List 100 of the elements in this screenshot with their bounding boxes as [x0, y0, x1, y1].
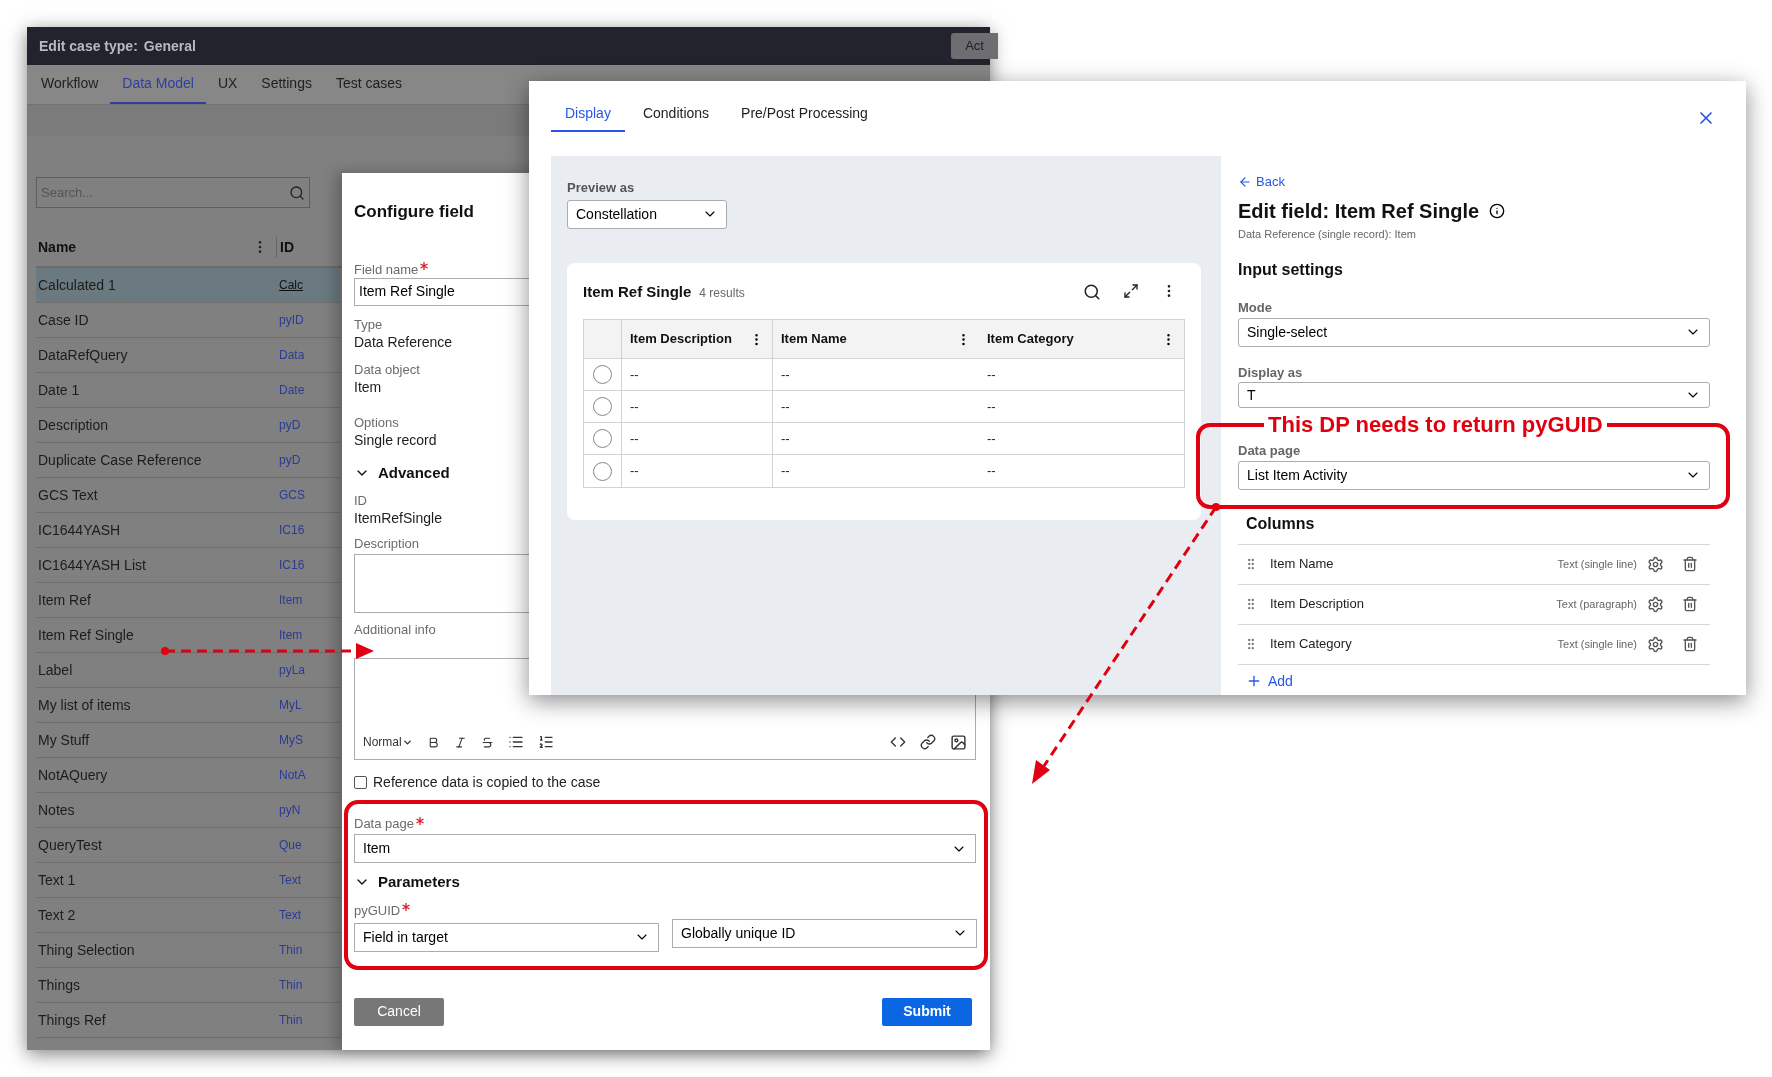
display-as-select[interactable]: T	[1238, 382, 1710, 408]
field-label: Additional info	[354, 621, 436, 638]
advanced-toggle[interactable]: Advanced	[354, 461, 450, 484]
field-id-link[interactable]: Data	[279, 346, 305, 364]
tab[interactable]: Settings	[249, 65, 324, 104]
plus-icon	[1246, 673, 1262, 689]
field-name: Things	[37, 975, 82, 995]
back-link[interactable]: Back	[1238, 172, 1710, 192]
table-row[interactable]: Label pyLa	[36, 653, 340, 688]
data-page-select[interactable]: Item	[354, 834, 976, 863]
field-id-link[interactable]: Text	[279, 871, 301, 889]
parameters-toggle[interactable]: Parameters	[354, 871, 460, 894]
table-row[interactable]: My Stuff MyS	[36, 723, 340, 758]
gear-icon[interactable]	[1647, 595, 1664, 613]
mode-select[interactable]: Single-select	[1238, 317, 1710, 347]
table-row[interactable]: Notes pyN	[36, 793, 340, 828]
field-label: pyGUID	[354, 901, 401, 919]
table-cell-text: --	[630, 365, 639, 384]
field-id-link[interactable]: Item	[279, 591, 303, 609]
gear-icon[interactable]	[1647, 635, 1664, 653]
table-row[interactable]: Item Ref Item	[36, 583, 340, 618]
table-cell-text: --	[781, 429, 790, 448]
table-row[interactable]: Text 1 Text	[36, 863, 340, 898]
table-row[interactable]: Things Ref Thin	[36, 1003, 340, 1038]
field-id-link[interactable]: Que	[279, 836, 302, 854]
source-select[interactable]: Field in target	[354, 922, 659, 952]
table-row[interactable]: DataRefQuery Data	[36, 338, 340, 373]
field-id-link[interactable]: Thin	[279, 941, 303, 959]
tab[interactable]: Workflow	[29, 65, 111, 104]
strikethrough-icon[interactable]	[480, 735, 494, 749]
table-cell-text: --	[987, 397, 996, 416]
table-row[interactable]: Thing Selection Thin	[36, 933, 340, 968]
trash-icon[interactable]	[1682, 596, 1698, 612]
field-id-link[interactable]: IC16	[279, 556, 305, 574]
field-id-link[interactable]: pyLa	[279, 661, 306, 679]
expand-icon[interactable]	[1123, 282, 1139, 299]
table-row[interactable]: NotAQuery NotA	[36, 758, 340, 793]
submit-button[interactable]: Submit	[882, 997, 972, 1026]
table-row[interactable]: Date 1 Date	[36, 373, 340, 408]
field-id-link[interactable]: pyN	[279, 801, 301, 819]
field-id-link[interactable]: Date	[279, 381, 305, 399]
field-name: Date 1	[37, 380, 81, 400]
field-label: Data page	[354, 815, 414, 832]
tab[interactable]: Pre/Post Processing	[727, 103, 882, 132]
card-title: Item Ref Single	[583, 281, 692, 302]
italic-icon[interactable]	[453, 735, 467, 749]
tab[interactable]: Conditions	[628, 103, 724, 132]
tab[interactable]: Display	[551, 103, 625, 132]
table-row[interactable]: IC1644YASH List IC16	[36, 548, 340, 583]
table-row[interactable]: QueryTest Que	[36, 828, 340, 863]
column-name: Item Category	[1270, 635, 1353, 654]
numbered-list-icon[interactable]	[537, 734, 554, 750]
image-icon[interactable]	[950, 733, 967, 751]
trash-icon[interactable]	[1682, 636, 1698, 652]
field-id-link[interactable]: Item	[279, 626, 303, 644]
gear-icon[interactable]	[1647, 555, 1664, 573]
field-value: Data Reference	[354, 332, 453, 351]
bullet-list-icon[interactable]	[507, 734, 524, 750]
table-row[interactable]: Case ID pyID	[36, 303, 340, 338]
table-row[interactable]: Calculated 1 Calc	[36, 268, 340, 303]
field-id-link[interactable]: Thin	[279, 1011, 303, 1029]
column-type: Text (single line)	[1557, 556, 1637, 572]
field-id-link[interactable]: NotA	[279, 766, 306, 784]
value-select[interactable]: Globally unique ID	[672, 918, 977, 948]
field-id-link[interactable]: MyL	[279, 696, 302, 714]
add-button[interactable]: Add	[1246, 670, 1293, 692]
table-row[interactable]: Description pyD	[36, 408, 340, 443]
field-id-link[interactable]: pyID	[279, 311, 304, 329]
field-id-link[interactable]: Text	[279, 906, 301, 924]
table-row[interactable]: Things Thin	[36, 968, 340, 1003]
search-icon[interactable]	[1083, 282, 1101, 301]
field-id-link[interactable]: GCS	[279, 486, 305, 504]
column-type: Text (paragraph)	[1556, 596, 1637, 612]
field-name: Label	[37, 660, 74, 680]
subtitle: Data Reference (single record): Item	[1238, 226, 1417, 242]
table-row[interactable]: Text 2 Text	[36, 898, 340, 933]
tab[interactable]: Test cases	[323, 65, 415, 104]
link-icon[interactable]	[920, 734, 936, 750]
field-id-link[interactable]: MyS	[279, 731, 303, 749]
field-id-link[interactable]: IC16	[279, 521, 305, 539]
tab[interactable]: UX	[205, 65, 250, 104]
code-icon[interactable]	[890, 734, 906, 750]
format-dropdown[interactable]: Normal	[363, 733, 413, 751]
actions-button[interactable]: Act	[951, 33, 998, 59]
cancel-button[interactable]: Cancel	[354, 997, 444, 1026]
field-name: My Stuff	[37, 730, 91, 750]
table-row[interactable]: IC1644YASH IC16	[36, 513, 340, 548]
data-page-select[interactable]: List Item Activity	[1238, 460, 1710, 490]
field-id-link[interactable]: Calc	[279, 276, 303, 294]
field-id-link[interactable]: pyD	[279, 416, 301, 434]
checkbox[interactable]	[354, 776, 367, 789]
table-row[interactable]: GCS Text GCS	[36, 478, 340, 513]
trash-icon[interactable]	[1682, 556, 1698, 572]
table-row[interactable]: My list of items MyL	[36, 688, 340, 723]
field-id-link[interactable]: Thin	[279, 976, 303, 994]
field-value: Item	[354, 377, 382, 396]
field-id-link[interactable]: pyD	[279, 451, 301, 469]
info-icon[interactable]	[1489, 202, 1506, 219]
table-row[interactable]: Duplicate Case Reference pyD	[36, 443, 340, 478]
preview-select[interactable]: Constellation	[567, 199, 727, 229]
